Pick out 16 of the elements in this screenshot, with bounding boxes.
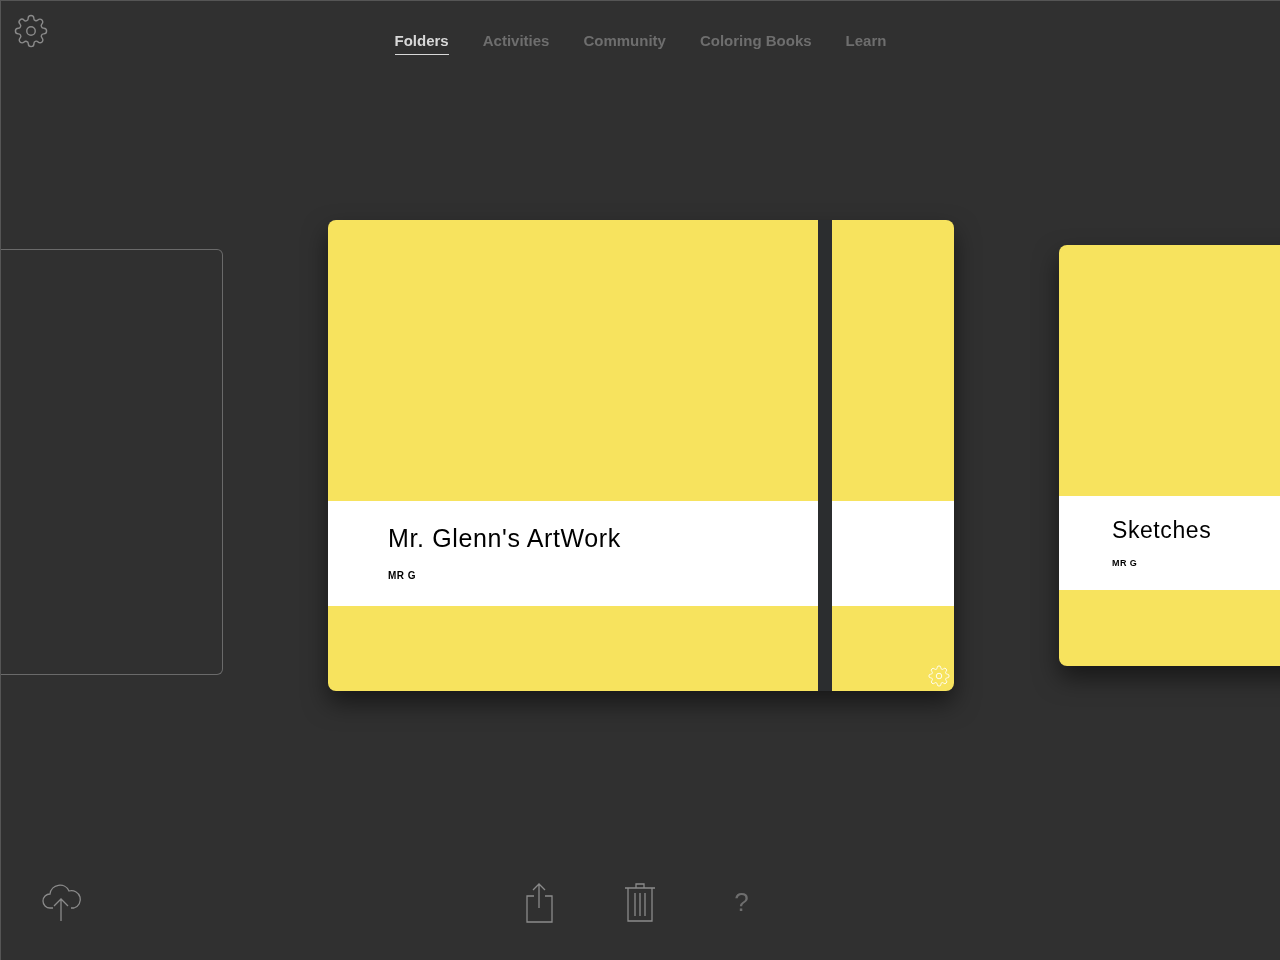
folder-author: MR G — [1112, 556, 1138, 570]
nav-tab[interactable]: Learn — [845, 30, 887, 55]
nav-tab[interactable]: Community — [583, 30, 666, 55]
help-button[interactable]: ? — [725, 883, 758, 922]
settings-icon[interactable] — [14, 14, 48, 48]
nav-tab[interactable]: Activities — [482, 30, 550, 55]
notebook[interactable]: Mr. Glenn's ArtWork MR G — [328, 220, 954, 691]
folder-author: MR G — [388, 569, 417, 584]
cloud-upload-icon[interactable] — [41, 884, 83, 922]
nav-tab[interactable]: Coloring Books — [699, 30, 812, 55]
folder-title: Mr. Glenn's ArtWork — [388, 523, 621, 554]
nav-tab[interactable]: Folders — [394, 30, 449, 55]
share-icon[interactable] — [523, 882, 554, 923]
notebook[interactable]: Sketches MR G — [1059, 245, 1280, 666]
folder-title: Sketches — [1112, 516, 1212, 545]
trash-icon[interactable] — [623, 882, 656, 923]
